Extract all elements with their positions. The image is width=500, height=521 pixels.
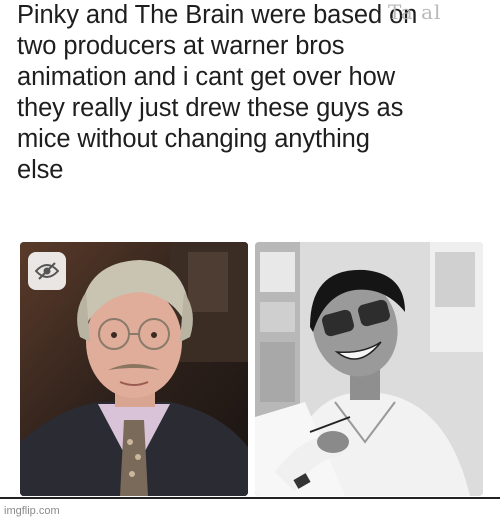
caption-line: mice without changing anything (17, 125, 370, 153)
eye-slash-icon[interactable] (28, 252, 66, 290)
footer-site-label: imgflip.com (4, 505, 60, 517)
meme-caption: Pinky and The Brain were based on two pr… (17, 0, 487, 186)
photo-right (255, 242, 483, 496)
footer-divider (0, 497, 500, 499)
caption-line: animation and i cant get over how (17, 63, 396, 91)
photo-right-illustration (255, 242, 483, 496)
watermark: Ta al (388, 0, 442, 24)
caption-line: they really just drew these guys as (17, 94, 404, 122)
photo-left (20, 242, 248, 496)
caption-line: else (17, 156, 64, 184)
caption-line: two producers at warner bros (17, 32, 345, 60)
